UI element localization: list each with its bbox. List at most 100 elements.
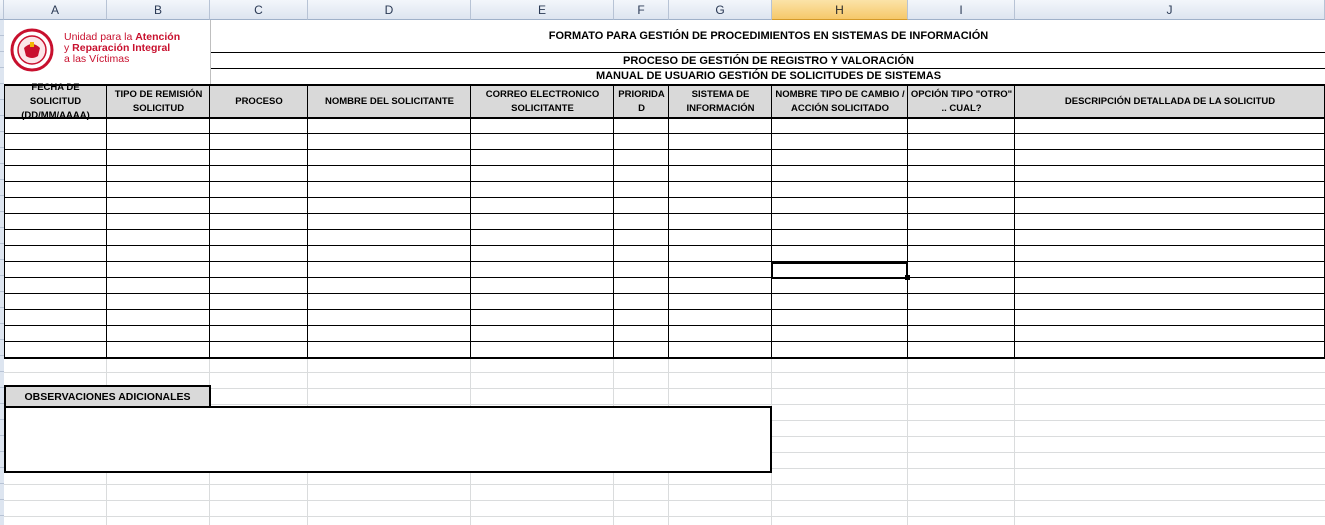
table-cell[interactable] <box>614 310 669 326</box>
table-cell[interactable] <box>471 278 614 294</box>
column-header-j[interactable]: J <box>1015 0 1325 20</box>
table-cell[interactable] <box>308 150 471 166</box>
row-header[interactable] <box>0 484 4 500</box>
selected-cell[interactable] <box>771 262 908 279</box>
table-cell[interactable] <box>308 182 471 198</box>
table-cell[interactable] <box>210 214 308 230</box>
table-cell[interactable] <box>107 166 210 182</box>
table-cell[interactable] <box>772 166 908 182</box>
table-cell[interactable] <box>669 118 772 134</box>
table-cell[interactable] <box>614 326 669 342</box>
table-cell[interactable] <box>908 262 1015 278</box>
table-cell[interactable] <box>107 182 210 198</box>
column-header-e[interactable]: E <box>471 0 614 20</box>
table-cell[interactable] <box>4 214 107 230</box>
table-cell[interactable] <box>614 294 669 310</box>
column-header-i[interactable]: I <box>908 0 1015 20</box>
table-cell[interactable] <box>4 310 107 326</box>
table-cell[interactable] <box>471 182 614 198</box>
table-cell[interactable] <box>4 278 107 294</box>
table-cell[interactable] <box>614 214 669 230</box>
table-cell[interactable] <box>210 166 308 182</box>
table-cell[interactable] <box>908 294 1015 310</box>
table-cell[interactable] <box>1015 262 1325 278</box>
table-cell[interactable] <box>1015 294 1325 310</box>
fill-handle[interactable] <box>905 275 910 280</box>
table-cell[interactable] <box>4 294 107 310</box>
table-cell[interactable] <box>4 262 107 278</box>
table-cell[interactable] <box>471 150 614 166</box>
table-cell[interactable] <box>614 342 669 358</box>
table-cell[interactable] <box>772 134 908 150</box>
table-cell[interactable] <box>210 262 308 278</box>
table-cell[interactable] <box>614 166 669 182</box>
table-cell[interactable] <box>308 262 471 278</box>
table-cell[interactable] <box>1015 166 1325 182</box>
table-cell[interactable] <box>669 278 772 294</box>
table-cell[interactable] <box>471 326 614 342</box>
table-cell[interactable] <box>908 198 1015 214</box>
spreadsheet[interactable]: ABCDEFGHIJ Unidad para la Atención y Rep… <box>0 0 1325 525</box>
table-cell[interactable] <box>308 230 471 246</box>
table-cell[interactable] <box>614 262 669 278</box>
table-cell[interactable] <box>614 118 669 134</box>
table-cell[interactable] <box>1015 310 1325 326</box>
table-cell[interactable] <box>4 150 107 166</box>
table-cell[interactable] <box>471 198 614 214</box>
table-cell[interactable] <box>669 134 772 150</box>
observaciones-box[interactable] <box>4 406 772 473</box>
table-cell[interactable] <box>4 230 107 246</box>
column-header-d[interactable]: D <box>308 0 471 20</box>
table-cell[interactable] <box>210 230 308 246</box>
column-header-g[interactable]: G <box>669 0 772 20</box>
table-cell[interactable] <box>1015 198 1325 214</box>
table-cell[interactable] <box>669 230 772 246</box>
table-cell[interactable] <box>669 262 772 278</box>
table-cell[interactable] <box>471 214 614 230</box>
table-cell[interactable] <box>308 134 471 150</box>
table-cell[interactable] <box>908 246 1015 262</box>
table-cell[interactable] <box>908 278 1015 294</box>
table-cell[interactable] <box>107 278 210 294</box>
table-cell[interactable] <box>107 118 210 134</box>
table-cell[interactable] <box>908 182 1015 198</box>
row-header[interactable] <box>0 500 4 516</box>
table-cell[interactable] <box>669 214 772 230</box>
table-cell[interactable] <box>107 326 210 342</box>
table-cell[interactable] <box>210 150 308 166</box>
table-cell[interactable] <box>1015 150 1325 166</box>
table-cell[interactable] <box>614 230 669 246</box>
table-cell[interactable] <box>772 214 908 230</box>
table-cell[interactable] <box>471 246 614 262</box>
table-cell[interactable] <box>471 342 614 358</box>
table-cell[interactable] <box>210 118 308 134</box>
table-cell[interactable] <box>107 150 210 166</box>
table-cell[interactable] <box>1015 326 1325 342</box>
table-cell[interactable] <box>471 262 614 278</box>
table-cell[interactable] <box>772 246 908 262</box>
table-cell[interactable] <box>308 326 471 342</box>
row-header[interactable] <box>0 516 4 525</box>
table-cell[interactable] <box>471 230 614 246</box>
table-cell[interactable] <box>4 326 107 342</box>
table-cell[interactable] <box>908 118 1015 134</box>
table-cell[interactable] <box>908 326 1015 342</box>
table-cell[interactable] <box>1015 118 1325 134</box>
table-cell[interactable] <box>107 214 210 230</box>
table-cell[interactable] <box>908 230 1015 246</box>
table-cell[interactable] <box>210 198 308 214</box>
table-cell[interactable] <box>4 198 107 214</box>
table-cell[interactable] <box>210 182 308 198</box>
table-cell[interactable] <box>107 262 210 278</box>
table-cell[interactable] <box>4 182 107 198</box>
table-cell[interactable] <box>908 310 1015 326</box>
column-header-a[interactable]: A <box>4 0 107 20</box>
table-cell[interactable] <box>308 278 471 294</box>
column-header-h[interactable]: H <box>772 0 908 20</box>
table-cell[interactable] <box>308 310 471 326</box>
table-cell[interactable] <box>772 230 908 246</box>
table-cell[interactable] <box>107 294 210 310</box>
table-cell[interactable] <box>308 166 471 182</box>
table-cell[interactable] <box>308 198 471 214</box>
table-cell[interactable] <box>107 134 210 150</box>
